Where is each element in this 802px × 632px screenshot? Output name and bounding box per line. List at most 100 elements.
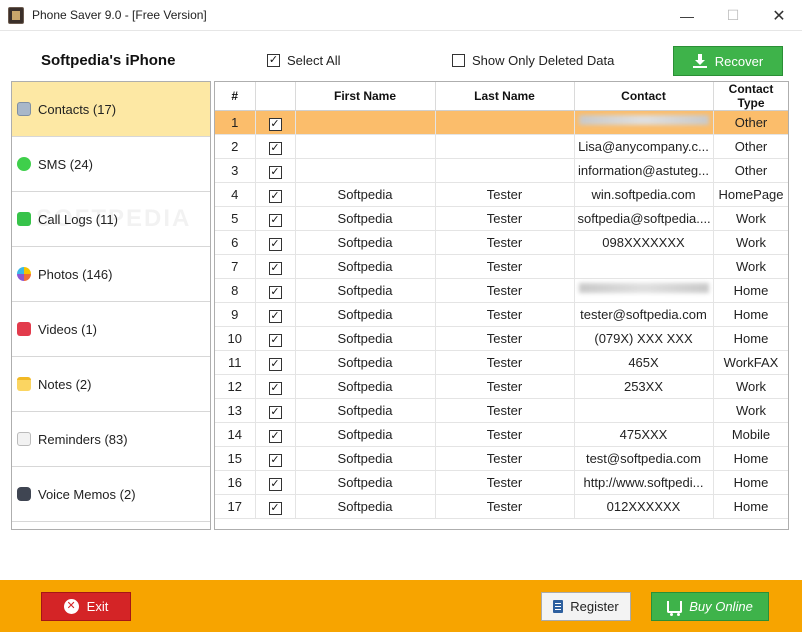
row-check-icon[interactable]: ✓ <box>268 261 282 275</box>
table-row[interactable]: 16 ✓ Softpedia Tester http://www.softpedi...… <box>215 470 788 495</box>
window-title: Phone Saver 9.0 - [Free Version] <box>32 8 207 22</box>
first-name-cell: Softpedia <box>295 206 436 231</box>
contact-type-cell: WorkFAX <box>713 350 788 375</box>
close-button[interactable]: ✕ <box>756 0 802 31</box>
last-name-cell: Tester <box>435 182 575 207</box>
close-circle-icon: ✕ <box>63 599 79 614</box>
maximize-button[interactable]: ☐ <box>710 0 756 31</box>
table-row[interactable]: 9 ✓ Softpedia Tester tester@softpedia.com Hom… <box>215 302 788 327</box>
last-name-cell: Tester <box>435 470 575 495</box>
show-deleted-checkbox[interactable]: Show Only Deleted Data <box>452 53 614 68</box>
row-check-icon[interactable]: ✓ <box>268 285 282 299</box>
row-checkbox[interactable]: ✓ <box>255 182 296 207</box>
row-checkbox[interactable]: ✓ <box>255 398 296 423</box>
sidebar-item-sms[interactable]: SMS (24) <box>12 137 210 192</box>
sidebar-item-photos[interactable]: Photos (146) <box>12 247 210 302</box>
buy-online-button[interactable]: Buy Online <box>651 592 769 621</box>
register-button[interactable]: Register <box>541 592 631 621</box>
contact-type-cell: Work <box>713 398 788 423</box>
row-number: 6 <box>215 230 256 255</box>
row-checkbox[interactable]: ✓ <box>255 494 296 519</box>
table-row[interactable]: 5 ✓ Softpedia Tester softpedia@softpedia....… <box>215 206 788 231</box>
row-checkbox[interactable]: ✓ <box>255 470 296 495</box>
row-check-icon[interactable]: ✓ <box>268 333 282 347</box>
contact-cell: 098XXXXXXX <box>574 230 714 255</box>
row-check-icon[interactable]: ✓ <box>268 165 282 179</box>
row-checkbox[interactable]: ✓ <box>255 350 296 375</box>
row-check-icon[interactable]: ✓ <box>268 357 282 371</box>
row-checkbox[interactable]: ✓ <box>255 254 296 279</box>
category-sidebar: Contacts (17) SMS (24) Call Logs (11) Photo… <box>11 81 211 530</box>
table-row[interactable]: 3 ✓ information@astuteg... Other <box>215 158 788 183</box>
row-check-icon[interactable]: ✓ <box>268 213 282 227</box>
row-checkbox[interactable]: ✓ <box>255 206 296 231</box>
row-check-icon[interactable]: ✓ <box>268 189 282 203</box>
sidebar-item-videos[interactable]: Videos (1) <box>12 302 210 357</box>
table-row[interactable]: 7 ✓ Softpedia Tester Work <box>215 254 788 279</box>
row-checkbox[interactable]: ✓ <box>255 230 296 255</box>
table-row[interactable]: 1 ✓ Other <box>215 110 788 135</box>
first-name-cell: Softpedia <box>295 254 436 279</box>
column-header-contact[interactable]: Contact <box>574 82 714 111</box>
table-row[interactable]: 6 ✓ Softpedia Tester 098XXXXXXX Work <box>215 230 788 255</box>
exit-button[interactable]: ✕ Exit <box>41 592 131 621</box>
show-deleted-check-icon[interactable] <box>452 54 465 67</box>
row-checkbox[interactable]: ✓ <box>255 326 296 351</box>
row-checkbox[interactable]: ✓ <box>255 446 296 471</box>
select-all-checkbox[interactable]: ✓ Select All <box>267 53 340 68</box>
row-check-icon[interactable]: ✓ <box>268 381 282 395</box>
column-header-check[interactable] <box>255 82 296 111</box>
first-name-cell: Softpedia <box>295 230 436 255</box>
table-row[interactable]: 15 ✓ Softpedia Tester test@softpedia.com Home <box>215 446 788 471</box>
row-check-icon[interactable]: ✓ <box>268 405 282 419</box>
table-row[interactable]: 13 ✓ Softpedia Tester Work <box>215 398 788 423</box>
row-check-icon[interactable]: ✓ <box>268 237 282 251</box>
last-name-cell: Tester <box>435 230 575 255</box>
select-all-check-icon[interactable]: ✓ <box>267 54 280 67</box>
row-check-icon[interactable]: ✓ <box>268 141 282 155</box>
column-header-contact-type[interactable]: Contact Type <box>713 82 788 111</box>
recover-button[interactable]: Recover <box>673 46 783 76</box>
last-name-cell: Tester <box>435 254 575 279</box>
column-header-number[interactable]: # <box>215 82 256 111</box>
redacted-contact <box>578 283 709 293</box>
table-row[interactable]: 2 ✓ Lisa@anycompany.c... Other <box>215 134 788 159</box>
row-checkbox[interactable]: ✓ <box>255 278 296 303</box>
row-checkbox[interactable]: ✓ <box>255 302 296 327</box>
row-checkbox[interactable]: ✓ <box>255 110 296 135</box>
contact-cell: (079X) XXX XXX <box>574 326 714 351</box>
sidebar-item-notes[interactable]: Notes (2) <box>12 357 210 412</box>
first-name-cell: Softpedia <box>295 446 436 471</box>
row-checkbox[interactable]: ✓ <box>255 158 296 183</box>
table-row[interactable]: 10 ✓ Softpedia Tester (079X) XXX XXX Home <box>215 326 788 351</box>
sidebar-item-reminders[interactable]: Reminders (83) <box>12 412 210 467</box>
row-check-icon[interactable]: ✓ <box>268 429 282 443</box>
sidebar-item-contacts[interactable]: Contacts (17) <box>12 82 210 137</box>
recover-label: Recover <box>714 53 764 69</box>
table-row[interactable]: 12 ✓ Softpedia Tester 253XX Work <box>215 374 788 399</box>
sidebar-item-label: Voice Memos (2) <box>38 486 136 502</box>
exit-label: Exit <box>86 599 109 614</box>
row-checkbox[interactable]: ✓ <box>255 422 296 447</box>
column-header-last-name[interactable]: Last Name <box>435 82 575 111</box>
sidebar-item-voice-memos[interactable]: Voice Memos (2) <box>12 467 210 522</box>
contact-type-cell: Other <box>713 110 788 135</box>
table-row[interactable]: 17 ✓ Softpedia Tester 012XXXXXX Home <box>215 494 788 519</box>
row-check-icon[interactable]: ✓ <box>268 453 282 467</box>
first-name-cell <box>295 134 436 159</box>
contact-cell: 475XXX <box>574 422 714 447</box>
table-row[interactable]: 4 ✓ Softpedia Tester win.softpedia.com HomePa… <box>215 182 788 207</box>
row-checkbox[interactable]: ✓ <box>255 374 296 399</box>
row-check-icon[interactable]: ✓ <box>268 309 282 323</box>
contact-cell: http://www.softpedi... <box>574 470 714 495</box>
row-check-icon[interactable]: ✓ <box>268 477 282 491</box>
row-checkbox[interactable]: ✓ <box>255 134 296 159</box>
row-check-icon[interactable]: ✓ <box>268 501 282 515</box>
table-row[interactable]: 14 ✓ Softpedia Tester 475XXX Mobile <box>215 422 788 447</box>
table-row[interactable]: 8 ✓ Softpedia Tester Home <box>215 278 788 303</box>
minimize-button[interactable]: — <box>664 0 710 31</box>
row-check-icon[interactable]: ✓ <box>268 117 282 131</box>
row-number: 12 <box>215 374 256 399</box>
table-row[interactable]: 11 ✓ Softpedia Tester 465X WorkFAX <box>215 350 788 375</box>
column-header-first-name[interactable]: First Name <box>295 82 436 111</box>
